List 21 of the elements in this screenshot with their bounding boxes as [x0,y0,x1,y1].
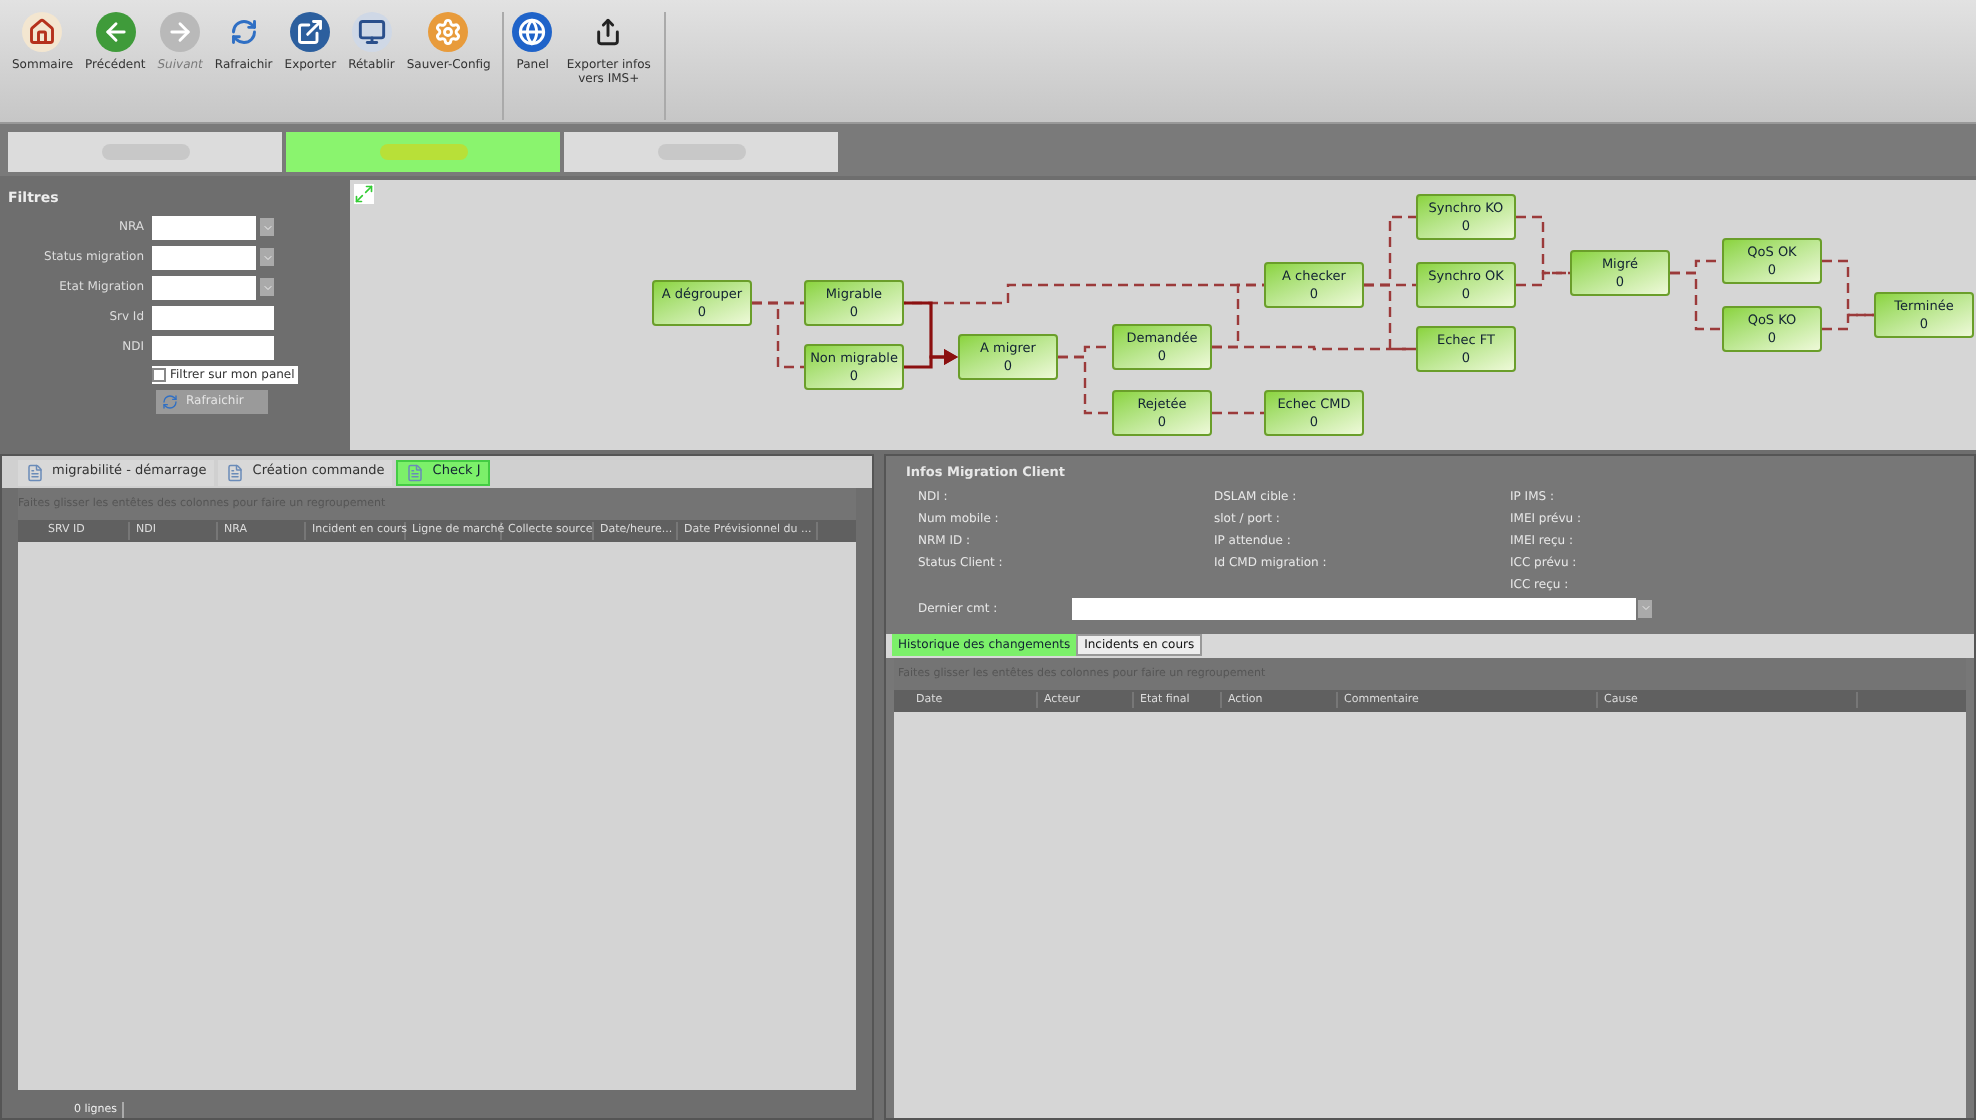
connector-line [1212,411,1264,415]
refresh-icon [162,393,178,409]
globe-icon [512,12,553,52]
home-icon [22,12,63,52]
dropdown[interactable] [152,245,274,269]
monitor-icon [351,12,392,52]
export-icon [290,12,331,52]
document-icon [26,463,44,481]
document-icon [226,463,245,481]
input-field[interactable] [152,335,274,359]
dropdown[interactable] [152,275,274,299]
dropdown[interactable] [1072,597,1652,620]
caret-icon [261,281,273,293]
expand-icon [354,184,374,204]
caret-icon [1639,602,1651,615]
caret-icon [261,251,273,263]
settings-icon [428,12,469,52]
document-icon [406,463,425,481]
caret-icon [261,221,273,233]
input-field[interactable] [152,305,274,329]
dropdown[interactable] [152,215,274,239]
